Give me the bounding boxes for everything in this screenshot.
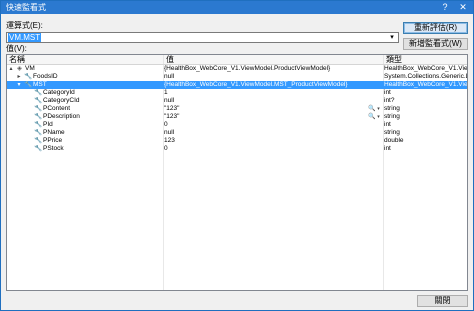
row-type: System.Collections.Generic.Li: [384, 73, 467, 80]
chevron-down-icon[interactable]: ▾: [387, 33, 397, 42]
visualizer-dropdown-icon[interactable]: ▾: [376, 113, 381, 121]
row-type: HealthBox_WebCore_V1.ViewM: [384, 65, 467, 72]
name-cell: 🔧 PContent: [7, 105, 162, 113]
row-name: CategoryCId: [43, 97, 80, 104]
table-row[interactable]: 🔧 PId 0 int: [7, 121, 467, 129]
name-cell: 🔧 PDescription: [7, 113, 162, 121]
expression-value[interactable]: VM.MST: [8, 33, 42, 42]
column-header-name[interactable]: 名稱: [7, 55, 164, 64]
name-cell: 🔧 PStock: [7, 145, 162, 153]
help-icon[interactable]: ?: [438, 1, 452, 14]
row-type: int: [384, 89, 391, 96]
property-wrench-icon: 🔧: [34, 97, 43, 104]
name-cell: 🔧 CategoryId: [7, 89, 162, 97]
table-row[interactable]: 🔧 PContent "123" 🔍 ▾ string: [7, 105, 467, 113]
property-wrench-icon: 🔧: [34, 145, 43, 152]
row-type: int: [384, 121, 391, 128]
table-row[interactable]: 🔧 PStock 0 int: [7, 145, 467, 153]
table-row[interactable]: 🔧 CategoryId 1 int: [7, 89, 467, 97]
reevaluate-button[interactable]: 重新評估(R): [403, 22, 468, 34]
table-row[interactable]: 🔧 PDescription "123" 🔍 ▾ string: [7, 113, 467, 121]
row-name: CategoryId: [43, 89, 75, 96]
row-value[interactable]: "123": [164, 113, 382, 121]
property-wrench-icon: 🔧: [24, 81, 33, 88]
values-label: 值(V):: [6, 44, 27, 53]
row-value[interactable]: null: [164, 129, 382, 137]
watch-grid[interactable]: 名稱 值 類型 ▴ ◈ VM {HealthBox_WebCore_V1.ViewMo…: [6, 54, 468, 291]
row-name: VM: [25, 65, 35, 72]
property-wrench-icon: 🔧: [34, 129, 43, 136]
row-value[interactable]: {HealthBox_WebCore_V1.ViewModel.ProductV…: [164, 65, 382, 73]
row-name: MST: [33, 81, 47, 88]
grid-rows: ▴ ◈ VM {HealthBox_WebCore_V1.ViewModel.Prod…: [7, 65, 467, 290]
visualizer-dropdown-icon[interactable]: ▾: [376, 105, 381, 113]
row-value[interactable]: {HealthBox_WebCore_V1.ViewModel.MST_Prod…: [164, 81, 382, 89]
row-type: int: [384, 145, 391, 152]
property-wrench-icon: 🔧: [34, 121, 43, 128]
property-wrench-icon: 🔧: [34, 113, 43, 120]
name-cell: 🔧 PName: [7, 129, 162, 137]
table-row[interactable]: 🔧 PName null string: [7, 129, 467, 137]
row-value[interactable]: "123": [164, 105, 382, 113]
expand-toggle-icon[interactable]: ▸: [16, 73, 22, 81]
property-wrench-icon: 🔧: [24, 73, 33, 80]
row-name: PName: [43, 129, 65, 136]
column-header-value[interactable]: 值: [164, 55, 384, 64]
quick-watch-window: 快速監看式 ? ✕ 運算式(E): VM.MST ▾ 重新評估(R) 新增監看式…: [0, 0, 474, 311]
table-row[interactable]: 🔧 CategoryCId null int?: [7, 97, 467, 105]
expand-toggle-icon[interactable]: ▾: [16, 81, 22, 89]
table-row[interactable]: ▴ ◈ VM {HealthBox_WebCore_V1.ViewModel.Prod…: [7, 65, 467, 73]
close-icon[interactable]: ✕: [456, 1, 470, 14]
name-cell: ▴ ◈ VM: [7, 65, 162, 73]
add-watch-button[interactable]: 新增監看式(W): [403, 38, 468, 50]
expand-toggle-icon[interactable]: ▴: [8, 65, 14, 73]
row-name: FoodsID: [33, 73, 58, 80]
row-name: PStock: [43, 145, 64, 152]
row-value[interactable]: 123: [164, 137, 382, 145]
table-row[interactable]: ▾ 🔧 MST {HealthBox_WebCore_V1.ViewModel.MST…: [7, 81, 467, 89]
row-value[interactable]: null: [164, 73, 382, 81]
table-row[interactable]: 🔧 PPrice 123 double: [7, 137, 467, 145]
name-cell: 🔧 PPrice: [7, 137, 162, 145]
property-wrench-icon: 🔧: [34, 137, 43, 144]
row-type: double: [384, 137, 404, 144]
row-value[interactable]: null: [164, 97, 382, 105]
expression-label: 運算式(E):: [6, 21, 43, 30]
close-button[interactable]: 關閉: [417, 295, 468, 307]
text-visualizer-magnifier-icon[interactable]: 🔍: [368, 105, 375, 113]
name-cell: ▾ 🔧 MST: [7, 81, 162, 89]
row-value[interactable]: 1: [164, 89, 382, 97]
row-type: int?: [384, 97, 395, 104]
row-value[interactable]: 0: [164, 145, 382, 153]
row-type: string: [384, 105, 400, 112]
text-visualizer-magnifier-icon[interactable]: 🔍: [368, 113, 375, 121]
property-wrench-icon: 🔧: [34, 89, 43, 96]
row-value[interactable]: 0: [164, 121, 382, 129]
row-type: string: [384, 113, 400, 120]
window-title: 快速監看式: [6, 3, 46, 12]
property-wrench-icon: 🔧: [34, 105, 43, 112]
row-name: PPrice: [43, 137, 63, 144]
title-bar[interactable]: 快速監看式 ? ✕: [1, 1, 473, 14]
name-cell: 🔧 CategoryCId: [7, 97, 162, 105]
name-cell: ▸ 🔧 FoodsID: [7, 73, 162, 81]
column-header-type[interactable]: 類型: [384, 55, 467, 64]
object-icon: ◈: [17, 65, 22, 72]
name-cell: 🔧 PId: [7, 121, 162, 129]
expression-combobox[interactable]: VM.MST ▾: [6, 32, 399, 43]
row-name: PDescription: [43, 113, 80, 120]
row-name: PContent: [43, 105, 71, 112]
row-name: PId: [43, 121, 53, 128]
row-type: string: [384, 129, 400, 136]
table-row[interactable]: ▸ 🔧 FoodsID null System.Collections.Generic.…: [7, 73, 467, 81]
grid-header: 名稱 值 類型: [7, 55, 467, 65]
row-type: HealthBox_WebCore_V1.ViewM: [384, 81, 467, 88]
